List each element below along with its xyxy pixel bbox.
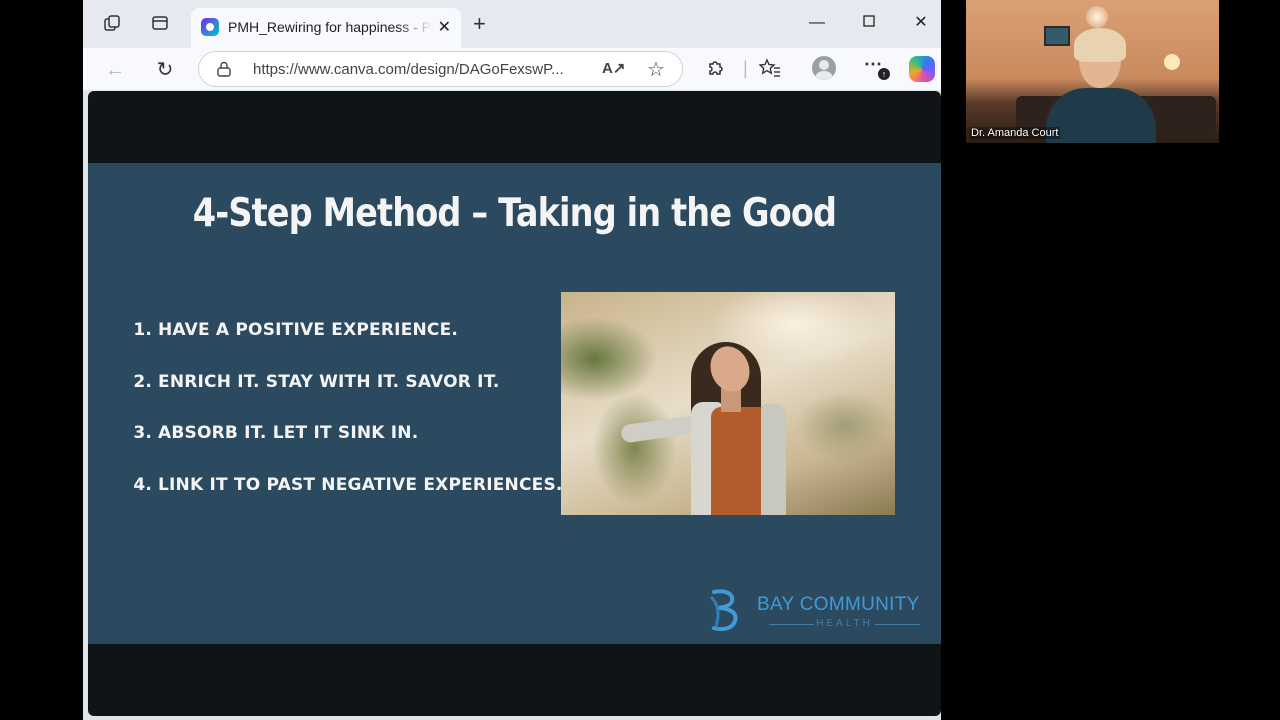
step-number: 3. (133, 423, 152, 443)
list-item: 2. ENRICH IT. STAY WITH IT. SAVOR IT. (128, 372, 563, 424)
back-arrow-icon[interactable]: ← (102, 57, 128, 83)
copilot-icon[interactable] (909, 56, 935, 82)
workspaces-icon[interactable] (101, 14, 123, 36)
favorites-icon[interactable] (758, 58, 781, 83)
step-text: LINK IT TO PAST NEGATIVE EXPERIENCES. (158, 474, 563, 495)
tab-bar: PMH_Rewiring for happiness - Presentatio… (83, 0, 941, 48)
photo-arm (620, 414, 702, 444)
woman-outdoors-photo (561, 292, 895, 515)
url-text[interactable]: https://www.canva.com/design/DAGoFexswP.… (253, 61, 564, 78)
toolbar-divider: | (743, 58, 748, 78)
step-text: ENRICH IT. STAY WITH IT. SAVOR IT. (158, 371, 500, 392)
step-number: 4. (133, 474, 152, 495)
participant-body (1046, 88, 1156, 143)
maximize-icon[interactable] (854, 10, 884, 36)
steps-list: 1. HAVE A POSITIVE EXPERIENCE. 2. ENRICH I… (128, 320, 563, 526)
canva-favicon-icon (201, 18, 219, 36)
tab-title: PMH_Rewiring for happiness - Presentatio… (228, 19, 433, 35)
new-tab-icon[interactable]: + (473, 13, 486, 35)
step-text: ABSORB IT. LET IT SINK IN. (158, 423, 419, 443)
step-number: 1. (133, 320, 152, 340)
bay-community-health-logo: BAY COMMUNITY HEALTH (708, 588, 938, 636)
browser-window: PMH_Rewiring for happiness - Presentatio… (83, 0, 941, 720)
list-item: 4. LINK IT TO PAST NEGATIVE EXPERIENCES. (128, 475, 563, 527)
update-badge-icon: ↑ (878, 68, 890, 80)
refresh-icon[interactable]: ↻ (152, 57, 178, 83)
read-aloud-icon[interactable]: A↗ (602, 59, 625, 77)
webcam-lamp (1164, 54, 1180, 70)
lock-icon[interactable] (217, 61, 231, 77)
browser-toolbar: ← ↻ https://www.canva.com/design/DAGoFex… (83, 48, 941, 90)
favorite-star-icon[interactable]: ☆ (647, 57, 665, 82)
webcam-light (1086, 6, 1108, 28)
extensions-icon[interactable] (706, 58, 726, 83)
address-bar[interactable]: https://www.canva.com/design/DAGoFexswP.… (198, 51, 683, 87)
presentation-viewport: 4-Step Method – Taking in the Good 1. HAV… (88, 91, 941, 716)
tab-actions-icon[interactable] (149, 14, 171, 36)
slide-title: 4-Step Method – Taking in the Good (192, 191, 837, 236)
photo-cardigan (761, 404, 786, 515)
close-tab-icon[interactable]: ✕ (438, 17, 451, 37)
step-text: HAVE A POSITIVE EXPERIENCE. (158, 320, 459, 340)
slide: 4-Step Method – Taking in the Good 1. HAV… (88, 163, 941, 644)
logo-subtitle: HEALTH (757, 618, 932, 629)
profile-avatar-icon[interactable] (812, 56, 836, 80)
minimize-icon[interactable]: — (802, 10, 832, 36)
logo-name: BAY COMMUNITY (757, 594, 920, 615)
close-window-icon[interactable]: ✕ (906, 10, 936, 36)
tab-active[interactable]: PMH_Rewiring for happiness - Presentatio… (191, 8, 461, 48)
list-item: 3. ABSORB IT. LET IT SINK IN. (128, 423, 563, 475)
participant-hair (1074, 28, 1126, 62)
logo-mark-icon (710, 589, 738, 632)
step-number: 2. (133, 371, 152, 392)
webcam-video-tile: Dr. Amanda Court (966, 0, 1219, 143)
participant-name: Dr. Amanda Court (969, 127, 1061, 139)
list-item: 1. HAVE A POSITIVE EXPERIENCE. (128, 320, 563, 372)
webcam-wall-picture (1044, 26, 1070, 46)
